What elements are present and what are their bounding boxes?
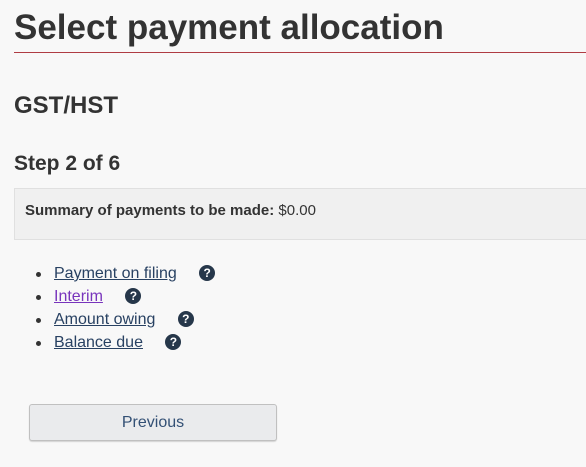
previous-button[interactable]: Previous bbox=[29, 404, 277, 441]
interim-link[interactable]: Interim bbox=[54, 288, 103, 305]
step-indicator: Step 2 of 6 bbox=[14, 152, 121, 175]
list-item: Interim ? bbox=[24, 285, 215, 308]
amount-owing-link[interactable]: Amount owing bbox=[54, 311, 155, 328]
bullet-icon bbox=[36, 341, 41, 346]
title-underline bbox=[14, 52, 586, 53]
payment-summary-panel: Summary of payments to be made: $0.00 bbox=[14, 188, 586, 240]
list-item: Balance due ? bbox=[24, 331, 215, 354]
allocation-options-list: Payment on filing ? Interim ? Amount owi… bbox=[24, 262, 216, 354]
bullet-icon bbox=[36, 318, 41, 323]
question-circle-icon[interactable]: ? bbox=[125, 288, 142, 304]
summary-amount: $0.00 bbox=[278, 202, 316, 219]
question-circle-icon[interactable]: ? bbox=[199, 265, 216, 281]
balance-due-link[interactable]: Balance due bbox=[54, 334, 143, 351]
section-heading: GST/HST bbox=[14, 92, 119, 119]
bullet-icon bbox=[36, 272, 41, 277]
bullet-icon bbox=[36, 295, 41, 300]
question-circle-icon[interactable]: ? bbox=[165, 334, 182, 350]
summary-label: Summary of payments to be made: bbox=[25, 202, 275, 219]
payment-on-filing-link[interactable]: Payment on filing bbox=[54, 265, 177, 282]
payment-summary: Summary of payments to be made: $0.00 bbox=[25, 202, 316, 219]
list-item: Amount owing ? bbox=[24, 308, 215, 331]
list-item: Payment on filing ? bbox=[24, 262, 216, 285]
page-title: Select payment allocation bbox=[14, 8, 444, 47]
question-circle-icon[interactable]: ? bbox=[177, 311, 194, 327]
